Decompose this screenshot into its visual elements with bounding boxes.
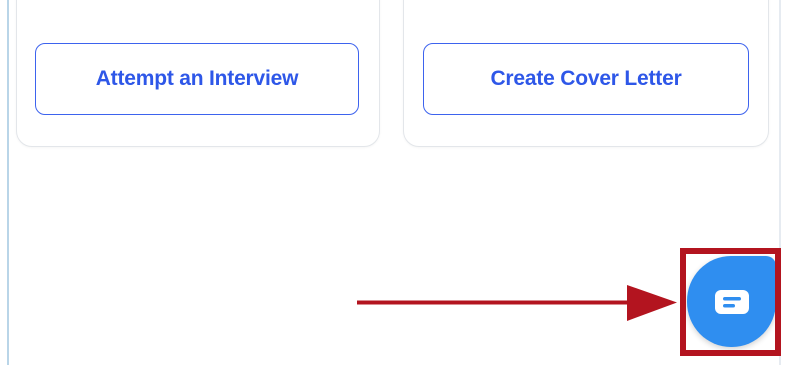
left-divider [7, 0, 9, 365]
create-cover-letter-button[interactable]: Create Cover Letter [423, 43, 749, 115]
interview-card: Attempt an Interview [16, 0, 380, 147]
cover-letter-card: Create Cover Letter [403, 0, 769, 147]
annotation-highlight-box [680, 248, 781, 356]
attempt-interview-button[interactable]: Attempt an Interview [35, 43, 359, 115]
annotation-arrow [357, 285, 677, 321]
